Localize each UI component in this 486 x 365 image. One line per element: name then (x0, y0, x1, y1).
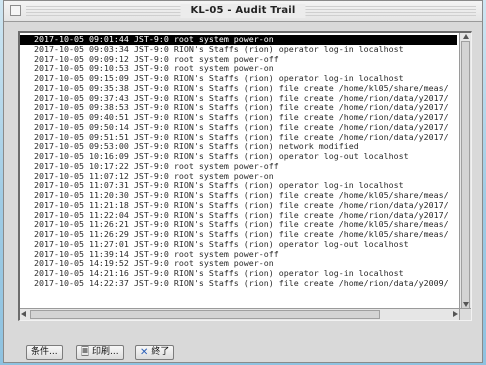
log-line[interactable]: 2017-10-05 09:40:51 JST-9:0 RION's Staff… (20, 113, 457, 123)
vertical-scroll-thumb[interactable] (461, 41, 470, 311)
log-line[interactable]: 2017-10-05 11:39:14 JST-9:0 root system … (20, 250, 457, 260)
log-line[interactable]: 2017-10-05 09:38:53 JST-9:0 RION's Staff… (20, 103, 457, 113)
log-line[interactable]: 2017-10-05 09:53:00 JST-9:0 RION's Staff… (20, 142, 457, 152)
scroll-down-icon[interactable] (463, 302, 469, 307)
resize-grip-icon[interactable] (459, 308, 471, 320)
exit-button-label: 終了 (151, 347, 170, 357)
log-line[interactable]: 2017-10-05 10:17:22 JST-9:0 root system … (20, 162, 457, 172)
conditions-button[interactable]: 条件... (26, 345, 63, 360)
window-title: KL-05 - Audit Trail (180, 4, 306, 18)
log-line[interactable]: 2017-10-05 10:16:09 JST-9:0 RION's Staff… (20, 152, 457, 162)
log-line[interactable]: 2017-10-05 09:03:34 JST-9:0 RION's Staff… (20, 45, 457, 55)
scroll-right-icon[interactable] (453, 311, 458, 317)
log-line[interactable]: 2017-10-05 11:27:01 JST-9:0 RION's Staff… (20, 240, 457, 250)
x-icon: ✕ (140, 347, 149, 358)
close-box-icon[interactable] (10, 5, 21, 16)
log-line[interactable]: 2017-10-05 09:37:43 JST-9:0 RION's Staff… (20, 94, 457, 104)
log-line[interactable]: 2017-10-05 11:07:31 JST-9:0 RION's Staff… (20, 181, 457, 191)
title-bar[interactable]: KL-05 - Audit Trail (4, 1, 482, 22)
log-line[interactable]: 2017-10-05 11:22:04 JST-9:0 RION's Staff… (20, 211, 457, 221)
print-button-label: 印刷... (92, 347, 119, 357)
log-list: 2017-10-05 09:01:44 JST-9:0 root system … (20, 35, 457, 289)
document-icon: 🗏 (81, 347, 90, 358)
log-line[interactable]: 2017-10-05 14:21:16 JST-9:0 RION's Staff… (20, 269, 457, 279)
log-line[interactable]: 2017-10-05 09:15:09 JST-9:0 RION's Staff… (20, 74, 457, 84)
log-line-selected[interactable]: 2017-10-05 09:01:44 JST-9:0 root system … (20, 35, 457, 45)
log-text-pane[interactable]: 2017-10-05 09:01:44 JST-9:0 root system … (18, 31, 472, 321)
log-line[interactable]: 2017-10-05 14:19:52 JST-9:0 root system … (20, 259, 457, 269)
log-line[interactable]: 2017-10-05 11:07:12 JST-9:0 root system … (20, 172, 457, 182)
log-line[interactable]: 2017-10-05 09:35:38 JST-9:0 RION's Staff… (20, 84, 457, 94)
print-button[interactable]: 🗏 印刷... (76, 345, 124, 360)
conditions-button-label: 条件... (31, 347, 58, 357)
log-line[interactable]: 2017-10-05 09:10:53 JST-9:0 root system … (20, 64, 457, 74)
log-line[interactable]: 2017-10-05 11:20:30 JST-9:0 RION's Staff… (20, 191, 457, 201)
audit-trail-window: KL-05 - Audit Trail 2017-10-05 09:01:44 … (3, 0, 483, 363)
scroll-left-icon[interactable] (21, 311, 26, 317)
log-line[interactable]: 2017-10-05 09:51:51 JST-9:0 RION's Staff… (20, 133, 457, 143)
horizontal-scrollbar[interactable] (20, 308, 459, 320)
log-line[interactable]: 2017-10-05 11:21:18 JST-9:0 RION's Staff… (20, 201, 457, 211)
log-line[interactable]: 2017-10-05 09:09:12 JST-9:0 root system … (20, 55, 457, 65)
vertical-scrollbar[interactable] (459, 33, 471, 311)
exit-button[interactable]: ✕ 終了 (135, 345, 175, 360)
horizontal-scroll-thumb[interactable] (30, 310, 380, 319)
log-line[interactable]: 2017-10-05 09:50:14 JST-9:0 RION's Staff… (20, 123, 457, 133)
log-line[interactable]: 2017-10-05 14:22:37 JST-9:0 RION's Staff… (20, 279, 457, 289)
scroll-up-icon[interactable] (463, 34, 469, 39)
log-line[interactable]: 2017-10-05 11:26:29 JST-9:0 RION's Staff… (20, 230, 457, 240)
log-line[interactable]: 2017-10-05 11:26:21 JST-9:0 RION's Staff… (20, 220, 457, 230)
